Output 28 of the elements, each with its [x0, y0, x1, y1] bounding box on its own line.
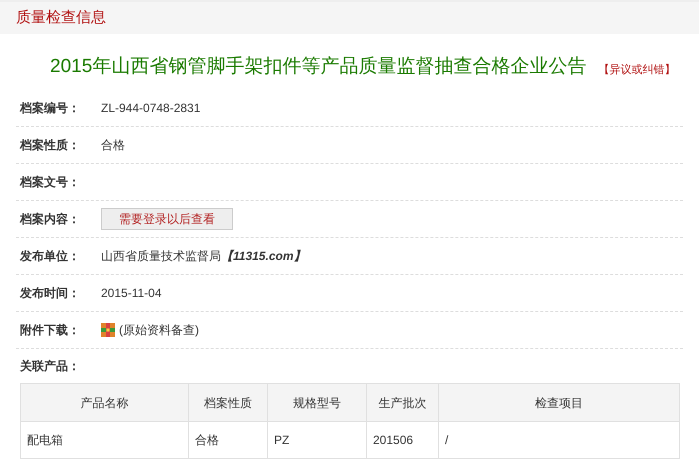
table-cell: 201506 — [366, 422, 438, 458]
table-cell: / — [438, 422, 679, 458]
field-label: 档案编号： — [18, 100, 81, 117]
field-label: 附件下载： — [19, 322, 81, 339]
publisher-text: 山西省质量技术监督局【11315.com】 — [101, 248, 306, 265]
archive-icon — [101, 323, 115, 337]
column-header: 生产批次 — [366, 384, 438, 421]
section-title: 质量检查信息 — [16, 8, 106, 28]
field-value: 合格 — [101, 137, 125, 154]
column-header: 档案性质 — [188, 384, 267, 421]
report-error-link[interactable]: 【异议或纠错】 — [598, 62, 676, 78]
column-header: 检查项目 — [438, 384, 679, 421]
field-value: ZL-944-0748-2831 — [101, 100, 200, 117]
field-label: 关联产品： — [18, 358, 80, 375]
attachment-link[interactable]: (原始资料备查) — [101, 321, 199, 339]
field-label: 发布时间： — [18, 285, 81, 302]
field-label: 档案文号： — [18, 174, 81, 191]
table-cell: 合格 — [188, 422, 267, 458]
notice-title: 2015年山西省钢管脚手架扣件等产品质量监督抽查合格企业公告 — [50, 55, 586, 79]
login-to-view-button[interactable]: 需要登录以后查看 — [101, 208, 233, 230]
field-label: 档案内容： — [18, 211, 81, 228]
field-label: 档案性质： — [18, 137, 81, 154]
table-cell-text: 配电箱 — [26, 432, 64, 449]
column-header: 规格型号 — [267, 384, 366, 421]
field-value: 2015-11-04 — [101, 285, 162, 302]
column-header: 产品名称 — [80, 394, 130, 412]
field-label: 发布单位： — [18, 248, 81, 265]
table-cell: PZ — [267, 422, 366, 458]
